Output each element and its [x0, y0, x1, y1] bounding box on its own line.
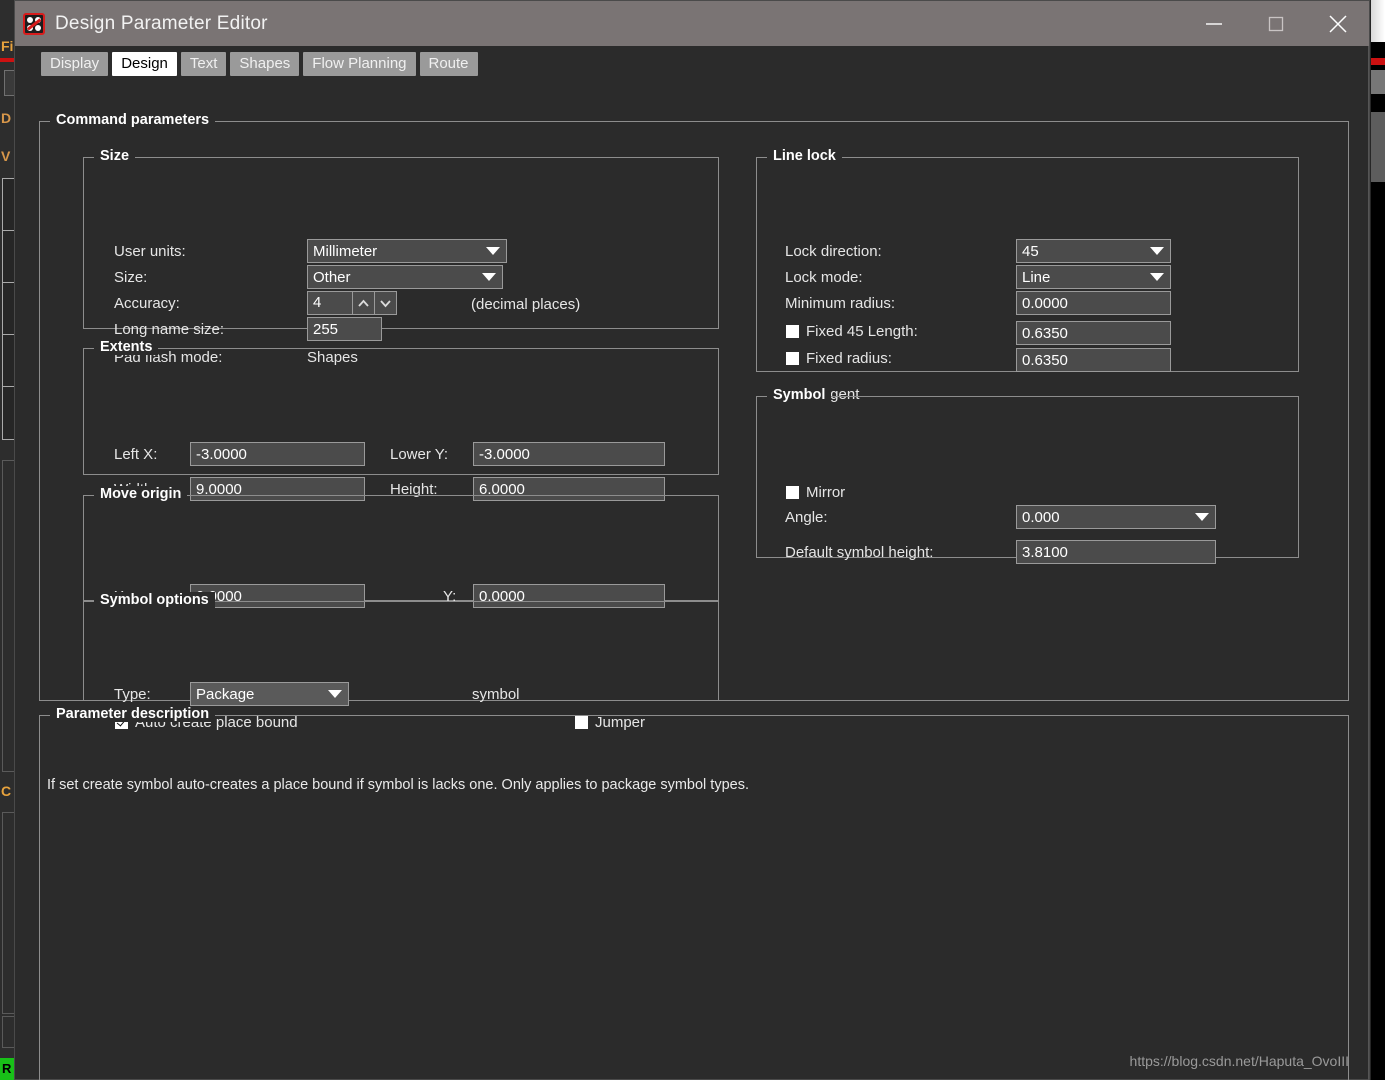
- fixed-radius-checkbox[interactable]: Fixed radius:: [786, 350, 892, 367]
- fixed-45-length-checkbox[interactable]: Fixed 45 Length:: [786, 323, 918, 340]
- symbol-type-value: Package: [196, 686, 255, 703]
- size-combobox[interactable]: Other: [307, 265, 503, 289]
- symbol-group: Symbol: [756, 387, 1299, 558]
- symbol-options-group: Symbol options: [83, 592, 719, 701]
- accuracy-label: Accuracy:: [114, 295, 180, 312]
- window-title: Design Parameter Editor: [55, 12, 268, 34]
- lock-direction-value: 45: [1022, 243, 1039, 260]
- parameter-description-text: If set create symbol auto-creates a plac…: [47, 777, 749, 793]
- line-lock-legend: Line lock: [767, 148, 842, 164]
- lock-direction-label: Lock direction:: [785, 243, 882, 260]
- left-x-input[interactable]: -3.0000: [190, 442, 365, 466]
- move-origin-legend: Move origin: [94, 486, 188, 502]
- design-parameter-editor-dialog: Design Parameter Editor Display Design T…: [14, 0, 1370, 1080]
- command-parameters-legend: Command parameters: [50, 112, 216, 128]
- background-menu-file: Fi: [1, 38, 14, 54]
- fixed-radius-input[interactable]: 0.6350: [1016, 348, 1171, 372]
- screen: Fi D V C R Design Parameter Editor Displ…: [0, 0, 1385, 1080]
- angle-label: Angle:: [785, 509, 828, 526]
- checkbox-icon: [786, 352, 799, 365]
- size-label: Size:: [114, 269, 148, 286]
- tab-design[interactable]: Design: [112, 52, 177, 76]
- tab-text[interactable]: Text: [180, 52, 227, 76]
- size-value: Other: [313, 269, 351, 286]
- chevron-down-icon: [1150, 273, 1164, 281]
- background-right-icon: [1371, 70, 1385, 94]
- lock-mode-value: Line: [1022, 269, 1051, 286]
- close-button[interactable]: [1307, 1, 1369, 46]
- chevron-down-icon: [328, 690, 342, 698]
- angle-combobox[interactable]: 0.000: [1016, 505, 1216, 529]
- watermark-text: https://blog.csdn.net/Haputa_OvoIII: [1129, 1053, 1349, 1069]
- mirror-label: Mirror: [806, 484, 846, 501]
- background-right-highlight: [1371, 0, 1385, 42]
- checkbox-icon: [786, 486, 799, 499]
- symbol-options-legend: Symbol options: [94, 592, 215, 608]
- fixed-45-length-label: Fixed 45 Length:: [806, 323, 918, 340]
- accuracy-increment-button[interactable]: [353, 291, 375, 315]
- default-symbol-height-input[interactable]: 3.8100: [1016, 540, 1216, 564]
- lower-y-input[interactable]: -3.0000: [473, 442, 665, 466]
- symbol-suffix-label: symbol: [472, 686, 520, 703]
- user-units-combobox[interactable]: Millimeter: [307, 239, 507, 263]
- parameter-description-legend: Parameter description: [50, 706, 216, 722]
- dialog-right-edge: [1368, 46, 1369, 1080]
- angle-value: 0.000: [1022, 509, 1060, 526]
- chevron-down-icon: [1150, 247, 1164, 255]
- accuracy-decrement-button[interactable]: [375, 291, 397, 315]
- accuracy-units-label: (decimal places): [471, 296, 581, 313]
- parameter-description-group: Parameter description: [39, 706, 1349, 1080]
- size-legend: Size: [94, 148, 136, 164]
- chevron-down-icon: [482, 273, 496, 281]
- background-right-panel: [1371, 112, 1385, 182]
- extents-legend: Extents: [94, 339, 159, 355]
- tab-route[interactable]: Route: [419, 52, 478, 76]
- lower-y-label: Lower Y:: [390, 446, 449, 463]
- fixed-45-length-input[interactable]: 0.6350: [1016, 321, 1171, 345]
- minimum-radius-label: Minimum radius:: [785, 295, 896, 312]
- lock-mode-label: Lock mode:: [785, 269, 863, 286]
- minimum-radius-input[interactable]: 0.0000: [1016, 291, 1171, 315]
- background-menu-d: D: [1, 110, 12, 126]
- background-menu-c: C: [1, 783, 12, 799]
- accuracy-spinner[interactable]: 4: [307, 291, 397, 315]
- checkbox-icon: [786, 325, 799, 338]
- chevron-down-icon: [486, 247, 500, 255]
- background-right-red: [1371, 58, 1385, 65]
- tab-flow-planning[interactable]: Flow Planning: [303, 52, 416, 76]
- left-x-label: Left X:: [114, 446, 158, 463]
- minimize-button[interactable]: [1183, 1, 1245, 46]
- tab-display[interactable]: Display: [41, 52, 109, 76]
- app-logo-icon: [23, 12, 45, 35]
- user-units-value: Millimeter: [313, 243, 378, 260]
- maximize-button[interactable]: [1245, 1, 1307, 46]
- fixed-radius-label: Fixed radius:: [806, 350, 892, 367]
- long-name-size-label: Long name size:: [114, 321, 225, 338]
- accuracy-value[interactable]: 4: [307, 291, 353, 315]
- tab-strip: Display Design Text Shapes Flow Planning…: [15, 46, 1369, 80]
- lock-mode-combobox[interactable]: Line: [1016, 265, 1171, 289]
- background-menu-v: V: [1, 148, 11, 164]
- symbol-type-label: Type:: [114, 686, 151, 703]
- default-symbol-height-label: Default symbol height:: [785, 544, 934, 561]
- mirror-checkbox[interactable]: Mirror: [786, 484, 845, 501]
- user-units-label: User units:: [114, 243, 186, 260]
- symbol-legend: Symbol: [767, 387, 832, 403]
- title-bar[interactable]: Design Parameter Editor: [15, 1, 1369, 46]
- long-name-size-input[interactable]: 255: [307, 317, 382, 341]
- window-controls: [1183, 1, 1369, 46]
- chevron-down-icon: [1195, 513, 1209, 521]
- lock-direction-combobox[interactable]: 45: [1016, 239, 1171, 263]
- symbol-type-combobox[interactable]: Package: [190, 682, 349, 706]
- tab-shapes[interactable]: Shapes: [230, 52, 300, 76]
